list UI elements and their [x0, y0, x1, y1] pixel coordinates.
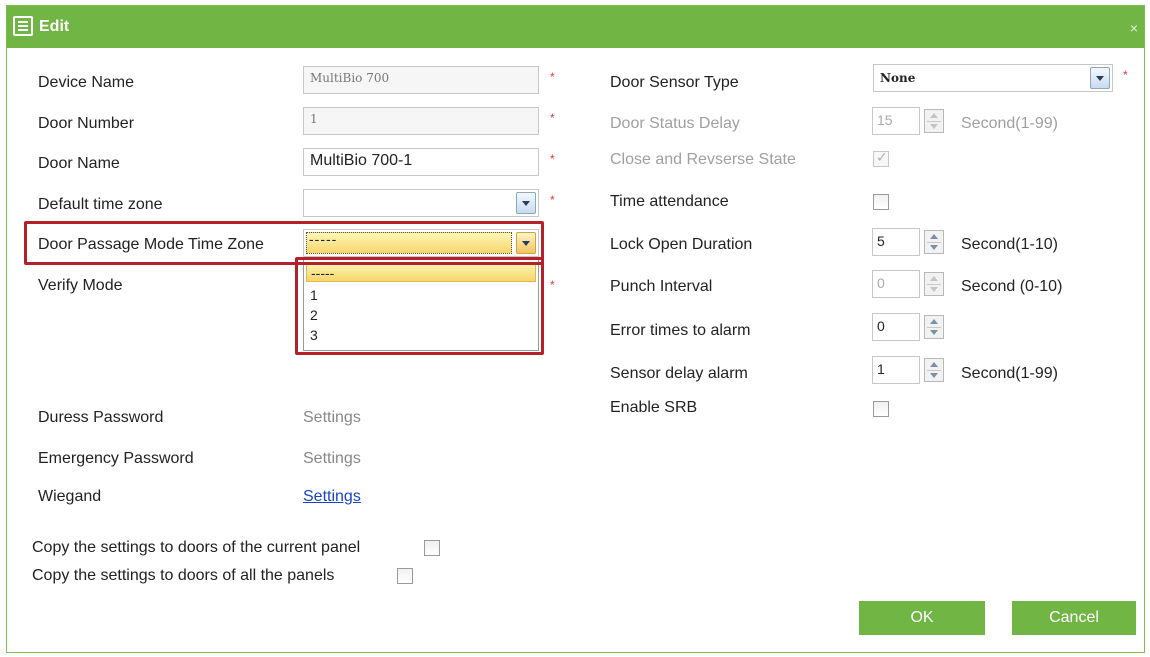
lock-open-duration-input[interactable]: 5	[872, 228, 920, 256]
error-times-input[interactable]: 0	[872, 313, 920, 341]
spinner-arrows-icon[interactable]	[924, 230, 944, 254]
highlight-frame	[295, 257, 544, 355]
close-icon[interactable]: ×	[1130, 20, 1138, 36]
emergency-settings-link[interactable]: Settings	[303, 450, 361, 468]
default-time-zone-label: Default time zone	[38, 196, 163, 213]
required-mark: *	[550, 111, 555, 125]
door-status-delay-unit: Second(1-99)	[961, 115, 1058, 132]
spinner-arrows-icon[interactable]	[924, 109, 944, 133]
lock-open-duration-unit: Second(1-10)	[961, 236, 1058, 253]
copy-all-panels-label: Copy the settings to doors of all the pa…	[32, 567, 335, 584]
verify-mode-label: Verify Mode	[38, 277, 123, 294]
required-mark: *	[1123, 68, 1128, 82]
door-status-delay-label: Door Status Delay	[610, 115, 740, 132]
ok-button[interactable]: OK	[859, 601, 985, 635]
device-name-label: Device Name	[38, 74, 135, 91]
error-times-label: Error times to alarm	[610, 322, 751, 339]
copy-current-panel-checkbox[interactable]	[424, 540, 440, 556]
door-number-label: Door Number	[38, 115, 135, 132]
sensor-delay-alarm-unit: Second(1-99)	[961, 365, 1058, 382]
spinner-arrows-icon[interactable]	[924, 358, 944, 382]
sensor-delay-alarm-label: Sensor delay alarm	[610, 365, 748, 382]
dialog-title: Edit	[39, 18, 70, 35]
chevron-down-icon[interactable]	[516, 192, 536, 214]
wiegand-label: Wiegand	[38, 488, 102, 505]
copy-current-panel-label: Copy the settings to doors of the curren…	[32, 539, 361, 556]
time-attendance-checkbox[interactable]	[873, 194, 889, 210]
edit-icon	[13, 16, 33, 36]
door-sensor-type-select[interactable]: None	[873, 64, 1113, 92]
door-status-delay-input[interactable]: 15	[872, 107, 920, 135]
emergency-password-label: Emergency Password	[38, 450, 194, 467]
door-sensor-type-label: Door Sensor Type	[610, 74, 739, 91]
chevron-down-icon[interactable]	[1090, 67, 1110, 89]
required-mark: *	[550, 152, 555, 166]
punch-interval-label: Punch Interval	[610, 278, 713, 295]
copy-all-panels-checkbox[interactable]	[397, 568, 413, 584]
duress-password-label: Duress Password	[38, 409, 164, 426]
duress-settings-link[interactable]: Settings	[303, 409, 361, 427]
required-mark: *	[550, 278, 555, 292]
enable-srb-label: Enable SRB	[610, 399, 698, 416]
close-reverse-state-label: Close and Revserse State	[610, 151, 796, 168]
title-bar[interactable]: Edit ×	[7, 6, 1144, 48]
door-name-label: Door Name	[38, 155, 120, 172]
lock-open-duration-label: Lock Open Duration	[610, 236, 753, 253]
required-mark: *	[550, 193, 555, 207]
wiegand-settings-link[interactable]: Settings	[303, 488, 361, 506]
door-number-field[interactable]: 1	[303, 107, 539, 135]
punch-interval-unit: Second (0-10)	[961, 278, 1063, 295]
sensor-delay-alarm-input[interactable]: 1	[872, 356, 920, 384]
default-time-zone-select[interactable]	[303, 189, 539, 217]
device-name-field[interactable]: MultiBio 700	[303, 66, 539, 94]
punch-interval-input[interactable]: 0	[872, 270, 920, 298]
enable-srb-checkbox[interactable]	[873, 401, 889, 417]
cancel-button[interactable]: Cancel	[1012, 601, 1136, 635]
checkmark-icon: ✓	[876, 149, 888, 165]
time-attendance-label: Time attendance	[610, 193, 729, 210]
close-reverse-state-checkbox[interactable]: ✓	[873, 149, 889, 167]
door-sensor-type-value: None	[880, 71, 916, 85]
spinner-arrows-icon[interactable]	[924, 315, 944, 339]
door-name-field[interactable]: MultiBio 700-1	[303, 148, 539, 176]
spinner-arrows-icon[interactable]	[924, 272, 944, 296]
required-mark: *	[550, 70, 555, 84]
